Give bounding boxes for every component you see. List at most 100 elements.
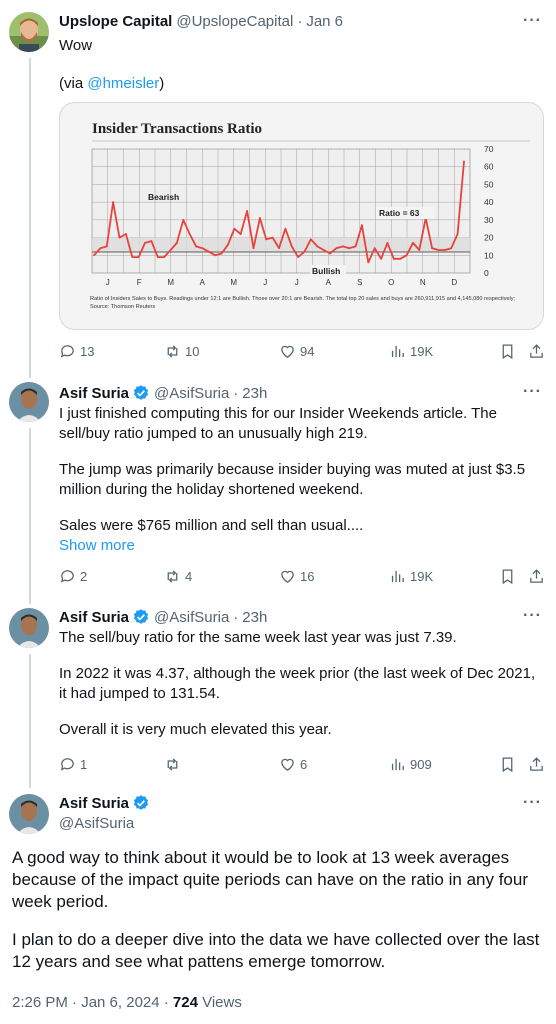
y-tick-label: 70	[484, 144, 494, 154]
data-point	[246, 210, 249, 212]
data-point	[227, 243, 229, 246]
share-button[interactable]	[528, 568, 545, 585]
share-button[interactable]	[528, 756, 545, 773]
x-tick-label: J	[106, 278, 110, 287]
data-point	[284, 227, 287, 230]
x-tick-label: A	[326, 278, 332, 287]
user-handle[interactable]: @AsifSuria	[59, 815, 134, 832]
show-more-link[interactable]: Show more	[59, 536, 539, 556]
user-handle[interactable]: @AsifSuria	[154, 385, 229, 402]
more-options-button[interactable]: ···	[523, 794, 542, 812]
tweet-text: A good way to think about it would be to…	[12, 847, 542, 973]
reply-count: 13	[80, 344, 95, 359]
bookmark-button[interactable]	[499, 343, 516, 360]
retweet-icon	[167, 758, 178, 771]
like-button[interactable]: 16	[279, 568, 314, 585]
reply-button[interactable]: 2	[59, 568, 87, 585]
x-tick-label: N	[420, 278, 426, 287]
tweet-time[interactable]: 23h	[242, 385, 267, 402]
verified-badge-icon	[133, 795, 149, 810]
retweet-button[interactable]	[164, 756, 185, 773]
share-icon	[530, 569, 543, 583]
x-tick-label: M	[230, 278, 237, 287]
tweet-asif-1: Asif Suria @AsifSuria · 23h ··· I just f…	[0, 370, 556, 604]
heart-icon	[281, 758, 294, 771]
tweet-time[interactable]: 23h	[242, 609, 267, 626]
tweet-header: Asif Suria @AsifSuria · 23h	[59, 608, 267, 626]
thread-line	[29, 654, 31, 788]
reply-count: 2	[80, 569, 88, 584]
reply-icon	[60, 345, 74, 358]
handle-row: @AsifSuria	[59, 815, 134, 832]
timestamp[interactable]: 2:26 PM · Jan 6, 2024 ·	[12, 994, 173, 1011]
chart-image[interactable]: Insider Transactions Ratio 70 60 50 40 30 20 1…	[59, 102, 544, 330]
main-tweet: Asif Suria @AsifSuria ··· A good way to …	[0, 786, 556, 1024]
bookmark-button[interactable]	[499, 756, 516, 773]
data-point	[239, 233, 242, 235]
avatar-asif[interactable]	[9, 794, 49, 834]
user-handle[interactable]: @AsifSuria	[154, 609, 229, 626]
data-point	[309, 238, 312, 241]
data-point	[137, 256, 140, 258]
views-number: 724	[172, 994, 198, 1011]
verified-badge-icon	[133, 609, 149, 624]
data-point	[265, 238, 268, 241]
insider-ratio-chart: Insider Transactions Ratio 70 60 50 40 30 20 1…	[90, 121, 530, 310]
y-tick-label: 30	[484, 215, 494, 225]
data-point	[105, 245, 108, 248]
tweet-paragraph: I just finished computing this for our I…	[59, 405, 497, 442]
x-tick-label: D	[451, 278, 457, 287]
tweet-paragraph: A good way to think about it would be to…	[12, 848, 528, 911]
display-name[interactable]: Asif Suria	[59, 795, 129, 812]
retweet-button[interactable]: 10	[164, 343, 199, 360]
chart-title: Insider Transactions Ratio	[92, 121, 262, 137]
data-point	[405, 254, 408, 257]
more-options-button[interactable]: ···	[523, 383, 542, 401]
user-handle[interactable]: @UpslopeCapital	[176, 13, 293, 30]
data-point	[278, 247, 280, 250]
like-button[interactable]: 6	[279, 756, 307, 773]
more-options-button[interactable]: ···	[523, 12, 542, 30]
heart-icon	[281, 345, 294, 358]
data-point	[124, 233, 127, 235]
avatar-asif[interactable]	[9, 382, 49, 422]
data-point	[450, 247, 453, 250]
bookmark-icon	[502, 344, 513, 360]
data-point	[322, 249, 325, 251]
more-options-button[interactable]: ···	[523, 607, 542, 625]
views-button[interactable]: 909	[389, 756, 432, 773]
avatar-asif[interactable]	[9, 608, 49, 648]
views-button[interactable]: 19K	[389, 568, 433, 585]
via-suffix: )	[159, 75, 165, 92]
reply-button[interactable]: 13	[59, 343, 94, 360]
like-button[interactable]: 94	[279, 343, 314, 360]
x-tick-label: J	[263, 278, 267, 287]
data-point	[112, 201, 115, 204]
retweet-icon	[167, 570, 178, 583]
data-point	[144, 241, 146, 244]
data-point	[297, 256, 300, 258]
display-name[interactable]: Asif Suria	[59, 385, 129, 402]
data-point	[386, 241, 389, 244]
avatar-upslope[interactable]	[9, 12, 49, 52]
data-point	[329, 252, 331, 255]
display-name[interactable]: Asif Suria	[59, 609, 129, 626]
bookmark-button[interactable]	[499, 568, 516, 585]
x-axis-ticks: JFMAMJJASOND	[106, 278, 458, 287]
separator-dot: ·	[233, 384, 239, 402]
x-tick-label: M	[167, 278, 174, 287]
tweet-time[interactable]: Jan 6	[306, 13, 343, 30]
views-button[interactable]: 19K	[389, 343, 433, 360]
y-tick-label: 20	[484, 233, 494, 243]
display-name[interactable]: Upslope Capital	[59, 13, 172, 30]
share-button[interactable]	[528, 343, 545, 360]
y-tick-label: 50	[484, 179, 494, 189]
data-point	[348, 247, 351, 250]
data-point	[220, 252, 223, 255]
retweet-button[interactable]: 4	[164, 568, 192, 585]
tweet-text: The sell/buy ratio for the same week las…	[59, 628, 539, 740]
data-point	[252, 247, 255, 250]
views-count: 19K	[410, 344, 434, 359]
mention-link[interactable]: @hmeisler	[87, 75, 159, 92]
reply-button[interactable]: 1	[59, 756, 87, 773]
